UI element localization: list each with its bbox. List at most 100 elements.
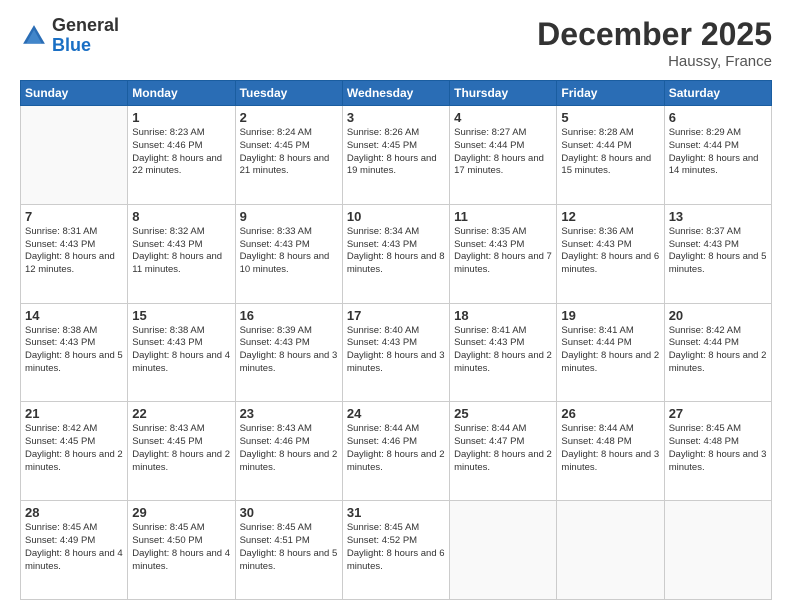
day-number: 4 bbox=[454, 110, 552, 125]
day-number: 9 bbox=[240, 209, 338, 224]
day-cell bbox=[21, 106, 128, 205]
day-number: 29 bbox=[132, 505, 230, 520]
day-cell: 6 Sunrise: 8:29 AM Sunset: 4:44 PM Daylig… bbox=[664, 106, 771, 205]
weekday-tuesday: Tuesday bbox=[235, 81, 342, 106]
day-number: 25 bbox=[454, 406, 552, 421]
logo: General Blue bbox=[20, 16, 119, 56]
day-details: Sunrise: 8:33 AM Sunset: 4:43 PM Dayligh… bbox=[240, 226, 338, 277]
day-cell: 7 Sunrise: 8:31 AM Sunset: 4:43 PM Daylig… bbox=[21, 204, 128, 303]
day-cell: 20Sunrise: 8:42 AM Sunset: 4:44 PM Dayli… bbox=[664, 303, 771, 402]
day-cell: 30Sunrise: 8:45 AM Sunset: 4:51 PM Dayli… bbox=[235, 501, 342, 600]
day-number: 12 bbox=[561, 209, 659, 224]
day-details: Sunrise: 8:43 AM Sunset: 4:45 PM Dayligh… bbox=[132, 423, 230, 474]
day-cell: 10Sunrise: 8:34 AM Sunset: 4:43 PM Dayli… bbox=[342, 204, 449, 303]
day-cell: 11 Sunrise: 8:35 AM Sunset: 4:43 PM Dayli… bbox=[450, 204, 557, 303]
day-cell: 13 Sunrise: 8:37 AM Sunset: 4:43 PM Dayli… bbox=[664, 204, 771, 303]
day-details: Sunrise: 8:29 AM Sunset: 4:44 PM Dayligh… bbox=[669, 127, 767, 178]
day-number: 21 bbox=[25, 406, 123, 421]
weekday-sunday: Sunday bbox=[21, 81, 128, 106]
day-details: Sunrise: 8:44 AM Sunset: 4:47 PM Dayligh… bbox=[454, 423, 552, 474]
title-block: December 2025 Haussy, France bbox=[537, 16, 772, 70]
day-number: 30 bbox=[240, 505, 338, 520]
day-details: Sunrise: 8:34 AM Sunset: 4:43 PM Dayligh… bbox=[347, 226, 445, 277]
day-number: 6 bbox=[669, 110, 767, 125]
day-cell: 22 Sunrise: 8:43 AM Sunset: 4:45 PM Dayli… bbox=[128, 402, 235, 501]
weekday-header-row: SundayMondayTuesdayWednesdayThursdayFrid… bbox=[21, 81, 772, 106]
day-cell: 21 Sunrise: 8:42 AM Sunset: 4:45 PM Dayli… bbox=[21, 402, 128, 501]
day-number: 2 bbox=[240, 110, 338, 125]
day-details: Sunrise: 8:42 AM Sunset: 4:44 PM Dayligh… bbox=[669, 325, 767, 376]
day-details: Sunrise: 8:44 AM Sunset: 4:46 PM Dayligh… bbox=[347, 423, 445, 474]
day-number: 13 bbox=[669, 209, 767, 224]
day-cell: 9 Sunrise: 8:33 AM Sunset: 4:43 PM Daylig… bbox=[235, 204, 342, 303]
day-cell: 15Sunrise: 8:38 AM Sunset: 4:43 PM Dayli… bbox=[128, 303, 235, 402]
day-cell: 14Sunrise: 8:38 AM Sunset: 4:43 PM Dayli… bbox=[21, 303, 128, 402]
logo-text: General Blue bbox=[52, 16, 119, 56]
week-row-4: 28 Sunrise: 8:45 AM Sunset: 4:49 PM Dayli… bbox=[21, 501, 772, 600]
header: General Blue December 2025 Haussy, Franc… bbox=[20, 16, 772, 70]
weekday-saturday: Saturday bbox=[664, 81, 771, 106]
day-cell: 25 Sunrise: 8:44 AM Sunset: 4:47 PM Dayli… bbox=[450, 402, 557, 501]
day-cell: 16 Sunrise: 8:39 AM Sunset: 4:43 PM Dayli… bbox=[235, 303, 342, 402]
day-details: Sunrise: 8:28 AM Sunset: 4:44 PM Dayligh… bbox=[561, 127, 659, 178]
day-cell: 2 Sunrise: 8:24 AM Sunset: 4:45 PM Daylig… bbox=[235, 106, 342, 205]
day-number: 19 bbox=[561, 308, 659, 323]
day-details: Sunrise: 8:41 AM Sunset: 4:43 PM Dayligh… bbox=[454, 325, 552, 376]
day-cell bbox=[450, 501, 557, 600]
day-details: Sunrise: 8:39 AM Sunset: 4:43 PM Dayligh… bbox=[240, 325, 338, 376]
day-cell bbox=[557, 501, 664, 600]
day-details: Sunrise: 8:26 AM Sunset: 4:45 PM Dayligh… bbox=[347, 127, 445, 178]
day-details: Sunrise: 8:24 AM Sunset: 4:45 PM Dayligh… bbox=[240, 127, 338, 178]
day-number: 3 bbox=[347, 110, 445, 125]
day-details: Sunrise: 8:36 AM Sunset: 4:43 PM Dayligh… bbox=[561, 226, 659, 277]
day-cell: 24 Sunrise: 8:44 AM Sunset: 4:46 PM Dayli… bbox=[342, 402, 449, 501]
day-cell: 23 Sunrise: 8:43 AM Sunset: 4:46 PM Dayli… bbox=[235, 402, 342, 501]
week-row-1: 7 Sunrise: 8:31 AM Sunset: 4:43 PM Daylig… bbox=[21, 204, 772, 303]
day-details: Sunrise: 8:31 AM Sunset: 4:43 PM Dayligh… bbox=[25, 226, 123, 277]
logo-blue: Blue bbox=[52, 35, 91, 55]
day-cell: 26Sunrise: 8:44 AM Sunset: 4:48 PM Dayli… bbox=[557, 402, 664, 501]
day-details: Sunrise: 8:43 AM Sunset: 4:46 PM Dayligh… bbox=[240, 423, 338, 474]
week-row-3: 21 Sunrise: 8:42 AM Sunset: 4:45 PM Dayli… bbox=[21, 402, 772, 501]
day-cell: 18 Sunrise: 8:41 AM Sunset: 4:43 PM Dayli… bbox=[450, 303, 557, 402]
day-details: Sunrise: 8:40 AM Sunset: 4:43 PM Dayligh… bbox=[347, 325, 445, 376]
day-cell: 5Sunrise: 8:28 AM Sunset: 4:44 PM Daylig… bbox=[557, 106, 664, 205]
day-details: Sunrise: 8:42 AM Sunset: 4:45 PM Dayligh… bbox=[25, 423, 123, 474]
day-details: Sunrise: 8:45 AM Sunset: 4:50 PM Dayligh… bbox=[132, 522, 230, 573]
day-number: 28 bbox=[25, 505, 123, 520]
day-number: 23 bbox=[240, 406, 338, 421]
day-number: 11 bbox=[454, 209, 552, 224]
month-title: December 2025 bbox=[537, 16, 772, 53]
day-cell: 12 Sunrise: 8:36 AM Sunset: 4:43 PM Dayli… bbox=[557, 204, 664, 303]
day-number: 17 bbox=[347, 308, 445, 323]
day-details: Sunrise: 8:45 AM Sunset: 4:48 PM Dayligh… bbox=[669, 423, 767, 474]
day-number: 15 bbox=[132, 308, 230, 323]
day-cell: 31 Sunrise: 8:45 AM Sunset: 4:52 PM Dayli… bbox=[342, 501, 449, 600]
logo-icon bbox=[20, 22, 48, 50]
day-details: Sunrise: 8:44 AM Sunset: 4:48 PM Dayligh… bbox=[561, 423, 659, 474]
day-number: 24 bbox=[347, 406, 445, 421]
day-cell: 19 Sunrise: 8:41 AM Sunset: 4:44 PM Dayli… bbox=[557, 303, 664, 402]
day-number: 18 bbox=[454, 308, 552, 323]
day-number: 14 bbox=[25, 308, 123, 323]
day-number: 22 bbox=[132, 406, 230, 421]
day-number: 8 bbox=[132, 209, 230, 224]
day-cell bbox=[664, 501, 771, 600]
day-number: 1 bbox=[132, 110, 230, 125]
location: Haussy, France bbox=[537, 53, 772, 70]
day-cell: 8Sunrise: 8:32 AM Sunset: 4:43 PM Daylig… bbox=[128, 204, 235, 303]
day-number: 16 bbox=[240, 308, 338, 323]
day-details: Sunrise: 8:37 AM Sunset: 4:43 PM Dayligh… bbox=[669, 226, 767, 277]
weekday-friday: Friday bbox=[557, 81, 664, 106]
day-details: Sunrise: 8:23 AM Sunset: 4:46 PM Dayligh… bbox=[132, 127, 230, 178]
day-details: Sunrise: 8:45 AM Sunset: 4:52 PM Dayligh… bbox=[347, 522, 445, 573]
day-number: 31 bbox=[347, 505, 445, 520]
week-row-0: 1 Sunrise: 8:23 AM Sunset: 4:46 PM Daylig… bbox=[21, 106, 772, 205]
day-cell: 27 Sunrise: 8:45 AM Sunset: 4:48 PM Dayli… bbox=[664, 402, 771, 501]
day-details: Sunrise: 8:45 AM Sunset: 4:49 PM Dayligh… bbox=[25, 522, 123, 573]
day-details: Sunrise: 8:35 AM Sunset: 4:43 PM Dayligh… bbox=[454, 226, 552, 277]
page: General Blue December 2025 Haussy, Franc… bbox=[0, 0, 792, 612]
day-details: Sunrise: 8:41 AM Sunset: 4:44 PM Dayligh… bbox=[561, 325, 659, 376]
day-number: 27 bbox=[669, 406, 767, 421]
day-number: 7 bbox=[25, 209, 123, 224]
